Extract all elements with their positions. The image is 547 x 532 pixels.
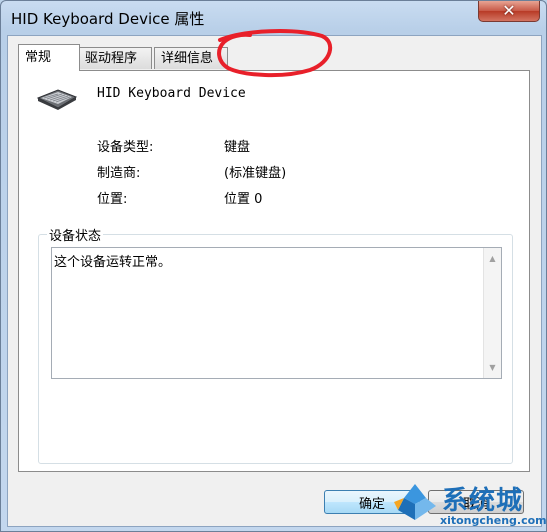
- scroll-down-arrow-icon[interactable]: ▼: [484, 359, 501, 376]
- dialog-client-area: 驱动程序 详细信息 常规 HID Keyboard Device 设备类型: 键…: [7, 35, 542, 527]
- window-title: HID Keyboard Device 属性: [11, 10, 205, 28]
- device-status-label: 设备状态: [47, 225, 104, 244]
- watermark-url: xitongcheng.com: [440, 514, 547, 527]
- location-label: 位置:: [97, 192, 128, 207]
- device-type-value: 键盘: [224, 140, 251, 155]
- watermark-brand: 系统城: [442, 486, 524, 516]
- tab-driver[interactable]: 驱动程序: [78, 47, 152, 69]
- red-annotation-circle: [217, 29, 333, 78]
- device-status-text: 这个设备运转正常。: [54, 255, 172, 270]
- device-status-textbox[interactable]: 这个设备运转正常。 ▲ ▼: [51, 247, 502, 379]
- properties-window: HID Keyboard Device 属性 ✕ 驱动程序 详细信息 常规 HI…: [0, 0, 547, 532]
- site-watermark: 系统城 xitongcheng.com: [392, 478, 547, 530]
- tab-general[interactable]: 常规: [18, 44, 80, 71]
- location-value: 位置 0: [224, 192, 263, 207]
- manufacturer-value: (标准键盘): [224, 166, 287, 181]
- manufacturer-label: 制造商:: [97, 166, 141, 181]
- close-icon: ✕: [502, 1, 516, 20]
- status-scrollbar[interactable]: ▲ ▼: [483, 248, 501, 378]
- device-status-group: 设备状态 这个设备运转正常。 ▲ ▼: [38, 225, 513, 464]
- close-button[interactable]: ✕: [478, 1, 540, 22]
- device-type-label: 设备类型:: [97, 140, 154, 155]
- general-tab-panel: HID Keyboard Device 设备类型: 键盘 制造商: (标准键盘)…: [18, 70, 530, 472]
- scroll-up-arrow-icon[interactable]: ▲: [484, 250, 501, 267]
- watermark-logo-icon: [394, 484, 436, 520]
- device-name: HID Keyboard Device: [97, 86, 246, 101]
- keyboard-icon: [36, 89, 78, 110]
